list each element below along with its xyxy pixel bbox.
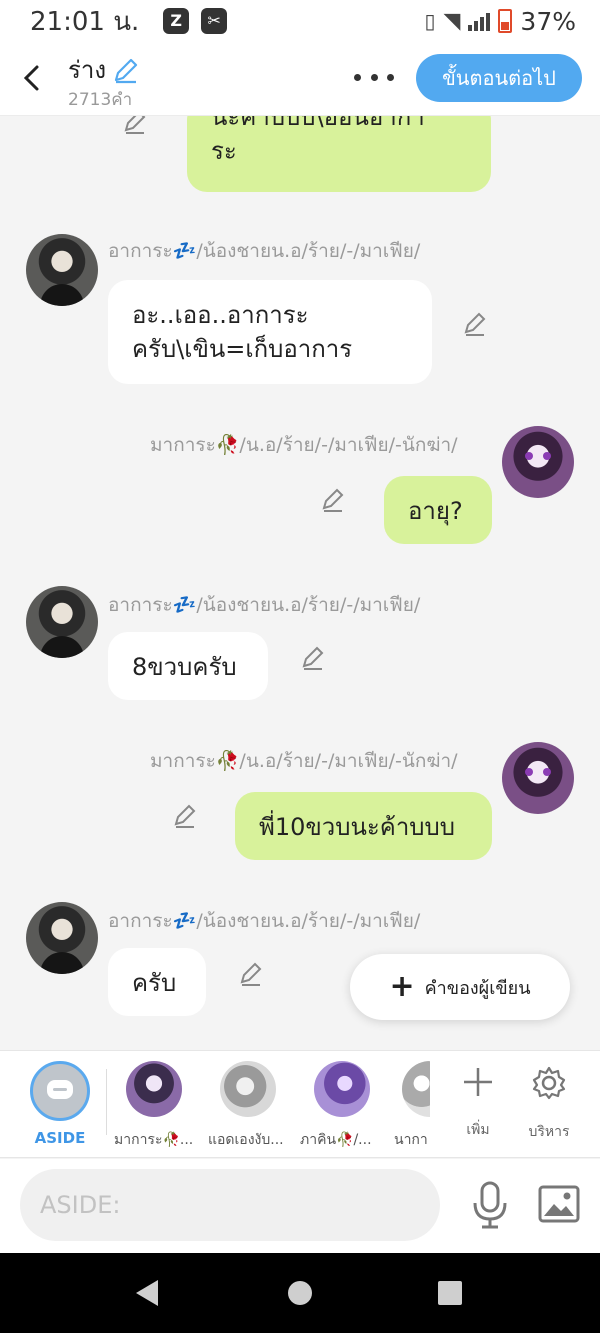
message-bubble[interactable]: ครับ [108, 948, 206, 1016]
wifi-icon: ◥ [443, 8, 461, 34]
gear-icon [532, 1066, 566, 1100]
vibrate-icon: ▯ [424, 9, 436, 33]
character-name: อาการะ💤/น้องชายน.อ/ร้าย/-/มาเฟีย/ [108, 594, 421, 616]
nav-recents-button[interactable] [438, 1281, 462, 1305]
edit-icon[interactable] [122, 116, 150, 136]
edit-icon[interactable] [320, 486, 348, 514]
system-nav-bar [0, 1253, 600, 1333]
avatar[interactable] [502, 426, 574, 498]
mic-icon[interactable] [470, 1181, 510, 1231]
divider [106, 1069, 107, 1135]
message-bubble[interactable]: อะ..เออ..อาการะ ครับ\เขิน=เก็บอาการ [108, 280, 432, 384]
character-name: อาการะ💤/น้องชายน.อ/ร้าย/-/มาเฟีย/ [108, 910, 421, 932]
manage-button[interactable]: บริหาร [519, 1065, 579, 1143]
manage-label: บริหาร [528, 1124, 570, 1140]
status-bar: 21:01 น. Z ✂ ▯ ◥ 37% [0, 0, 600, 42]
signal-icon [468, 11, 491, 31]
avatar[interactable] [26, 586, 98, 658]
more-dot [370, 73, 378, 81]
more-icon [354, 73, 361, 81]
more-dot [387, 73, 394, 81]
aside-input[interactable] [20, 1169, 440, 1241]
plus-icon [464, 1068, 492, 1096]
nav-home-button[interactable] [288, 1281, 312, 1305]
message-line: ระ [211, 137, 237, 165]
character-bar: ASIDE มาการะ🥀... แอดเองงับ... ภาคิน🥀/...… [0, 1050, 600, 1158]
message-line: อายุ? [408, 497, 463, 525]
next-step-button[interactable]: ขั้นตอนต่อไป [416, 54, 582, 102]
character-avatar[interactable] [402, 1061, 430, 1117]
character-avatar[interactable] [314, 1061, 370, 1117]
message-bubble[interactable]: นะค้าบบบ\อ้อนอากา ระ [187, 116, 491, 192]
message-line: 8ขวบครับ [132, 653, 237, 681]
input-bar [0, 1159, 600, 1253]
more-menu-button[interactable] [354, 62, 394, 92]
writer-note-label: คำของผู้เขียน [424, 977, 531, 999]
add-character-button[interactable]: เพิ่ม [448, 1065, 508, 1141]
character-name: มาการะ🥀/น.อ/ร้าย/-/มาเฟีย/-นักฆ่า/ [150, 434, 458, 456]
image-icon[interactable] [538, 1185, 580, 1223]
character-label: มาการะ🥀... [114, 1132, 194, 1148]
chat-area[interactable]: นะค้าบบบ\อ้อนอากา ระ อาการะ💤/น้องชายน.อ/… [0, 116, 600, 1050]
avatar[interactable] [502, 742, 574, 814]
back-button[interactable] [16, 60, 46, 96]
add-label: เพิ่ม [466, 1122, 490, 1138]
message-bubble[interactable]: พี่10ขวบนะค้าบบบ [235, 792, 492, 860]
aside-label: ASIDE [34, 1129, 86, 1147]
nav-back-button[interactable] [136, 1280, 158, 1306]
message-line: ครับ\เขิน=เก็บอาการ [132, 335, 353, 363]
message-line: อะ..เออ..อาการะ [132, 301, 309, 329]
character-name: อาการะ💤/น้องชายน.อ/ร้าย/-/มาเฟีย/ [108, 240, 421, 262]
plus-icon: + [389, 969, 415, 1004]
writer-note-button[interactable]: + คำของผู้เขียน [350, 954, 570, 1020]
edit-icon[interactable] [172, 802, 200, 830]
pencil-icon[interactable] [112, 56, 140, 84]
page-title[interactable]: ร่าง [68, 50, 140, 89]
message-bubble[interactable]: 8ขวบครับ [108, 632, 268, 700]
character-label: นากา [394, 1132, 428, 1148]
app-header: ร่าง 2713คำ ขั้นตอนต่อไป [0, 42, 600, 116]
edit-icon[interactable] [238, 960, 266, 988]
message-line: ครับ [132, 969, 177, 997]
battery-level: 37% [520, 6, 576, 36]
message-bubble[interactable]: อายุ? [384, 476, 492, 544]
aside-button[interactable] [30, 1061, 90, 1121]
character-avatar[interactable] [220, 1061, 276, 1117]
character-avatar[interactable] [126, 1061, 182, 1117]
aside-icon [47, 1080, 73, 1099]
edit-icon[interactable] [300, 644, 328, 672]
battery-icon [498, 9, 513, 33]
status-time: 21:01 น. [30, 6, 140, 37]
avatar[interactable] [26, 234, 98, 306]
message-line: พี่10ขวบนะค้าบบบ [259, 813, 456, 841]
app-notification-icon: Z [163, 8, 190, 34]
edit-icon[interactable] [462, 310, 490, 338]
character-name: มาการะ🥀/น.อ/ร้าย/-/มาเฟีย/-นักฆ่า/ [150, 750, 458, 772]
app-notification-icon-2: ✂ [201, 8, 228, 34]
avatar[interactable] [26, 902, 98, 974]
back-arrow-icon [23, 65, 39, 91]
title-text: ร่าง [68, 56, 107, 84]
word-count: 2713คำ [68, 90, 133, 110]
character-label: ภาคิน🥀/... [300, 1132, 372, 1148]
message-line: นะค้าบบบ\อ้อนอากา [211, 116, 425, 131]
character-label: แอดเองงับ... [208, 1132, 284, 1148]
